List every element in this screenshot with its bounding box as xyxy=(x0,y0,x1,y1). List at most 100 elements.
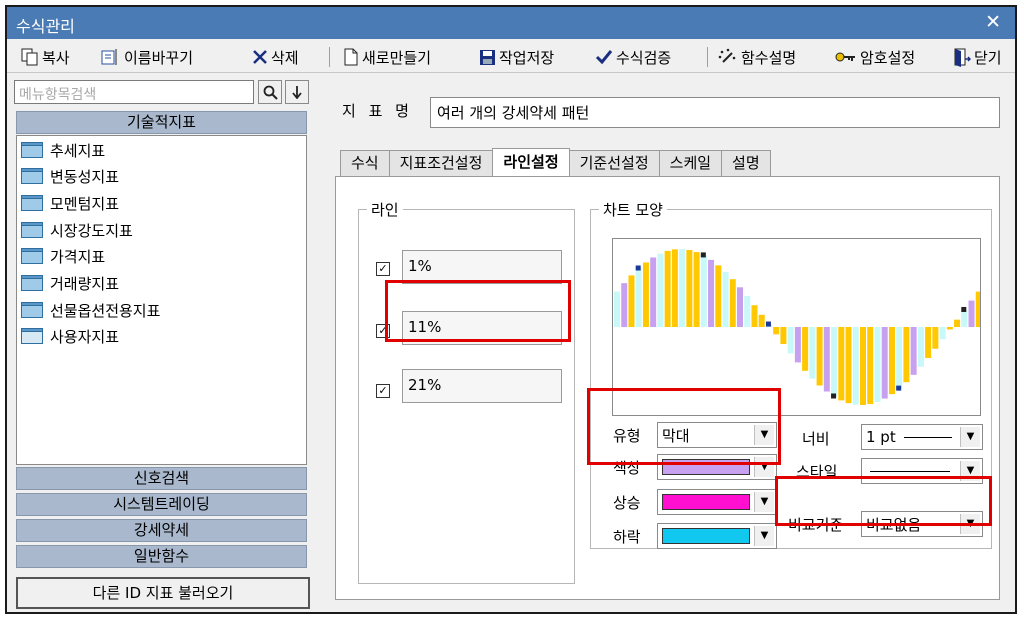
preview-marker xyxy=(961,306,967,312)
down-color-select[interactable]: ▼ xyxy=(657,523,777,549)
preview-bar xyxy=(823,327,830,392)
preview-bar xyxy=(968,300,975,327)
line-1-value[interactable]: 1% xyxy=(402,250,562,284)
rename-button[interactable]: 이름바꾸기 xyxy=(101,45,193,69)
preview-bar xyxy=(773,327,780,335)
close-button[interactable]: 닫기 xyxy=(953,45,1002,69)
tab-baseline-settings[interactable]: 기준선설정 xyxy=(568,150,660,176)
preview-bar xyxy=(708,259,715,327)
window-title: 수식관리 xyxy=(16,17,75,36)
line-1-checkbox[interactable]: ✓ xyxy=(376,262,390,276)
preview-bar xyxy=(729,279,736,327)
folder-icon xyxy=(21,248,43,264)
tree-item[interactable]: 추세지표 xyxy=(21,138,105,162)
preview-marker xyxy=(635,265,641,271)
tree-item-selected[interactable]: 사용자지표 xyxy=(21,324,119,348)
preview-bar xyxy=(628,275,635,327)
chevron-down-icon: ▼ xyxy=(754,492,774,512)
folder-icon xyxy=(21,275,43,291)
width-value: 1 pt xyxy=(866,428,896,446)
sort-button[interactable] xyxy=(285,80,309,104)
function-description-label: 함수설명 xyxy=(741,48,797,67)
category-header-technical[interactable]: 기술적지표 xyxy=(16,111,307,134)
tree-item[interactable]: 선물옵션전용지표 xyxy=(21,298,160,322)
preview-bar xyxy=(671,249,678,327)
save-button[interactable]: 작업저장 xyxy=(479,45,554,69)
preview-bar xyxy=(802,327,809,371)
preview-bar xyxy=(946,327,953,330)
indicator-name-label: 지 표 명 xyxy=(342,102,413,120)
verify-label: 수식검증 xyxy=(616,48,672,67)
preview-bar xyxy=(657,253,664,327)
preview-bar xyxy=(831,327,838,397)
folder-icon xyxy=(21,222,43,238)
tab-scale[interactable]: 스케일 xyxy=(658,150,723,176)
preview-bar xyxy=(744,296,751,327)
up-color-select[interactable]: ▼ xyxy=(657,489,777,515)
save-label: 작업저장 xyxy=(499,48,555,67)
preview-bar xyxy=(787,327,794,354)
new-button[interactable]: 새로만들기 xyxy=(343,45,431,69)
new-label: 새로만들기 xyxy=(362,48,432,67)
category-signal-search[interactable]: 신호검색 xyxy=(16,467,307,490)
tree-item[interactable]: 변동성지표 xyxy=(21,164,119,188)
tree-item[interactable]: 모멘텀지표 xyxy=(21,191,119,215)
delete-button[interactable]: 삭제 xyxy=(252,45,299,69)
preview-bar xyxy=(939,327,946,340)
close-label: 닫기 xyxy=(974,48,1002,67)
exit-door-icon xyxy=(954,48,971,67)
preview-bar xyxy=(650,257,657,327)
category-strength-weakness[interactable]: 강세약세 xyxy=(16,519,307,542)
preview-bar xyxy=(954,319,961,327)
password-button[interactable]: 암호설정 xyxy=(835,45,915,69)
preview-bar xyxy=(874,327,881,402)
tree-item-label: 변동성지표 xyxy=(50,167,120,186)
preview-bar xyxy=(896,327,903,389)
up-label: 상승 xyxy=(613,494,641,512)
search-button[interactable] xyxy=(258,80,282,104)
highlight-type-color xyxy=(587,388,781,465)
close-icon[interactable]: ✕ xyxy=(985,11,1001,33)
verify-button[interactable]: 수식검증 xyxy=(595,45,671,69)
chart-shape-title: 차트 모양 xyxy=(599,199,667,220)
width-label: 너비 xyxy=(802,430,830,448)
tree-item-label: 거래량지표 xyxy=(50,274,120,293)
preview-bar xyxy=(737,287,743,327)
preview-bar xyxy=(751,305,758,327)
chevron-down-icon: ▼ xyxy=(960,427,980,447)
tab-formula[interactable]: 수식 xyxy=(340,150,390,176)
preview-bar xyxy=(903,327,910,383)
preview-bar xyxy=(852,327,859,405)
tree-item[interactable]: 거래량지표 xyxy=(21,271,119,295)
preview-bar xyxy=(809,327,816,379)
copy-button[interactable]: 복사 xyxy=(21,45,70,69)
style-line-sample xyxy=(870,471,950,472)
tree-item[interactable]: 가격지표 xyxy=(21,244,105,268)
indicator-name-field[interactable]: 여러 개의 강세약세 패턴 xyxy=(430,97,1000,128)
rename-label: 이름바꾸기 xyxy=(124,48,194,67)
preview-bar xyxy=(888,327,895,395)
function-description-button[interactable]: 함수설명 xyxy=(718,45,796,69)
tree-item[interactable]: 시장강도지표 xyxy=(21,218,133,242)
search-input[interactable]: 메뉴항목검색 xyxy=(14,80,254,104)
tab-line-settings[interactable]: 라인설정 xyxy=(492,148,570,176)
highlight-line-2 xyxy=(385,280,571,342)
category-system-trading[interactable]: 시스템트레이딩 xyxy=(16,493,307,516)
preview-bar xyxy=(867,327,874,405)
preview-bar xyxy=(932,327,939,349)
folder-icon xyxy=(21,195,43,211)
tab-strip: 수식 지표조건설정 라인설정 기준선설정 스케일 설명 xyxy=(340,148,771,176)
preview-bar xyxy=(975,291,980,327)
down-color-swatch xyxy=(662,528,750,544)
width-select[interactable]: 1 pt ▼ xyxy=(861,424,983,450)
preview-bar xyxy=(758,314,765,327)
toolbar-divider xyxy=(707,47,708,67)
category-general-functions[interactable]: 일반함수 xyxy=(16,545,307,568)
line-3-value[interactable]: 21% xyxy=(402,369,562,403)
load-other-id-button[interactable]: 다른 ID 지표 불러오기 xyxy=(16,577,310,609)
tab-description[interactable]: 설명 xyxy=(721,150,771,176)
line-3-checkbox[interactable]: ✓ xyxy=(376,384,390,398)
tab-indicator-conditions[interactable]: 지표조건설정 xyxy=(388,150,494,176)
preview-bar xyxy=(910,327,917,375)
preview-bar xyxy=(722,271,729,327)
